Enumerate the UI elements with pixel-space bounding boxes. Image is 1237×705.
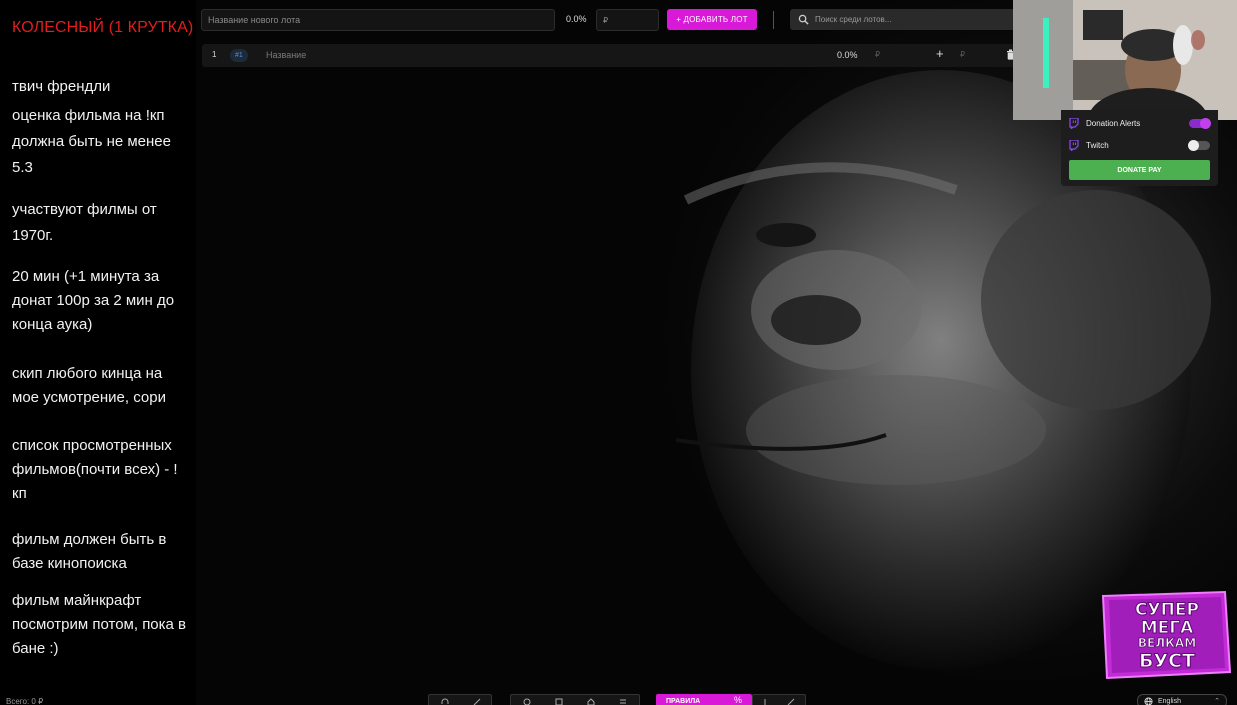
twitch-icon <box>1069 140 1079 151</box>
toolbar-group-left <box>428 694 492 705</box>
lot-row: 1 #1 Название 0.0% ₽ + ₽ <box>202 44 1022 67</box>
rule-item: фильм должен быть в базе кинопоиска <box>12 531 167 572</box>
integration-twitch: Twitch <box>1069 139 1210 153</box>
pencil-icon[interactable] <box>473 698 481 705</box>
boost-line: МЕГА <box>1141 618 1194 638</box>
boost-line: ВЕЛКАМ <box>1138 636 1196 650</box>
chevron-icon: ⌃ <box>1214 698 1220 705</box>
lot-search-box[interactable] <box>790 9 1015 30</box>
list-icon[interactable] <box>619 698 627 705</box>
save-icon[interactable] <box>555 698 563 705</box>
home-icon[interactable] <box>587 698 595 705</box>
donate-pay-button[interactable]: DONATE PAY <box>1069 160 1210 180</box>
headphones-icon[interactable] <box>441 698 449 705</box>
integration-label: Donation Alerts <box>1086 119 1141 128</box>
toolbar-group-right <box>752 694 806 705</box>
lot-add-amount-button[interactable]: + <box>936 46 944 61</box>
boost-line: БУСТ <box>1139 650 1195 672</box>
lot-search-input[interactable] <box>812 9 1012 30</box>
lot-index: 1 <box>212 50 217 59</box>
add-lot-button[interactable]: + ДОБАВИТЬ ЛОТ <box>667 9 757 30</box>
rule-item: твич френдли <box>12 78 111 95</box>
shuffle-icon[interactable] <box>787 698 795 705</box>
twitch-icon <box>1069 118 1079 129</box>
donation-alerts-toggle[interactable] <box>1189 118 1211 129</box>
search-icon <box>798 14 809 25</box>
new-lot-amount-input[interactable] <box>596 9 659 31</box>
rules-panel: КОЛЕСНЫЙ (1 КРУТКА) твич френдли оценка … <box>0 0 196 705</box>
rule-item: 20 мин (+1 минута за донат 100р за 2 мин… <box>12 268 175 333</box>
lot-name-field[interactable]: Название <box>266 50 306 60</box>
boost-line: СУПЕР <box>1135 600 1199 620</box>
lot-amount-currency: ₽ <box>875 50 881 59</box>
rules-title: КОЛЕСНЫЙ (1 КРУТКА) <box>12 19 194 36</box>
twitch-toggle[interactable] <box>1188 140 1210 151</box>
integration-donation-alerts: Donation Alerts <box>1069 117 1211 131</box>
auction-topbar: 0.0% + ДОБАВИТЬ ЛОТ <box>196 0 1016 40</box>
language-select[interactable]: English ⌃ <box>1137 694 1227 705</box>
new-lot-percent: 0.0% <box>566 14 587 24</box>
globe-icon <box>1144 697 1153 705</box>
rule-item: список просмотренных фильмов(почти всех)… <box>12 437 178 502</box>
integration-label: Twitch <box>1086 141 1109 150</box>
boost-badge: СУПЕР МЕГА ВЕЛКАМ БУСТ <box>1101 590 1232 680</box>
language-label: English <box>1158 698 1181 705</box>
integrations-panel: Donation Alerts Twitch DONATE PAY <box>1061 110 1218 186</box>
new-lot-name-input[interactable] <box>201 9 555 31</box>
toolbar-group-middle <box>510 694 640 705</box>
wheel-icon[interactable] <box>523 698 531 705</box>
upload-icon[interactable] <box>761 698 769 705</box>
lot-percent: 0.0% <box>837 50 858 60</box>
webcam-overlay <box>1013 0 1237 120</box>
lot-id-badge: #1 <box>230 49 248 62</box>
rule-item: оценка фильма на !кп должна быть не мене… <box>12 107 171 176</box>
percent-toggle[interactable]: % <box>734 695 742 705</box>
rules-button-label: ПРАВИЛА <box>666 697 701 705</box>
rule-item: участвуют филмы от 1970г. <box>12 201 157 244</box>
rule-item: фильм майнкрафт посмотрим потом, пока в … <box>12 592 187 657</box>
topbar-divider <box>773 11 774 29</box>
total-label: Всего: 0 ₽ <box>6 697 44 705</box>
lot-add-amount-currency: ₽ <box>960 50 966 59</box>
rule-item: скип любого кинца на мое усмотрение, сор… <box>12 365 166 406</box>
